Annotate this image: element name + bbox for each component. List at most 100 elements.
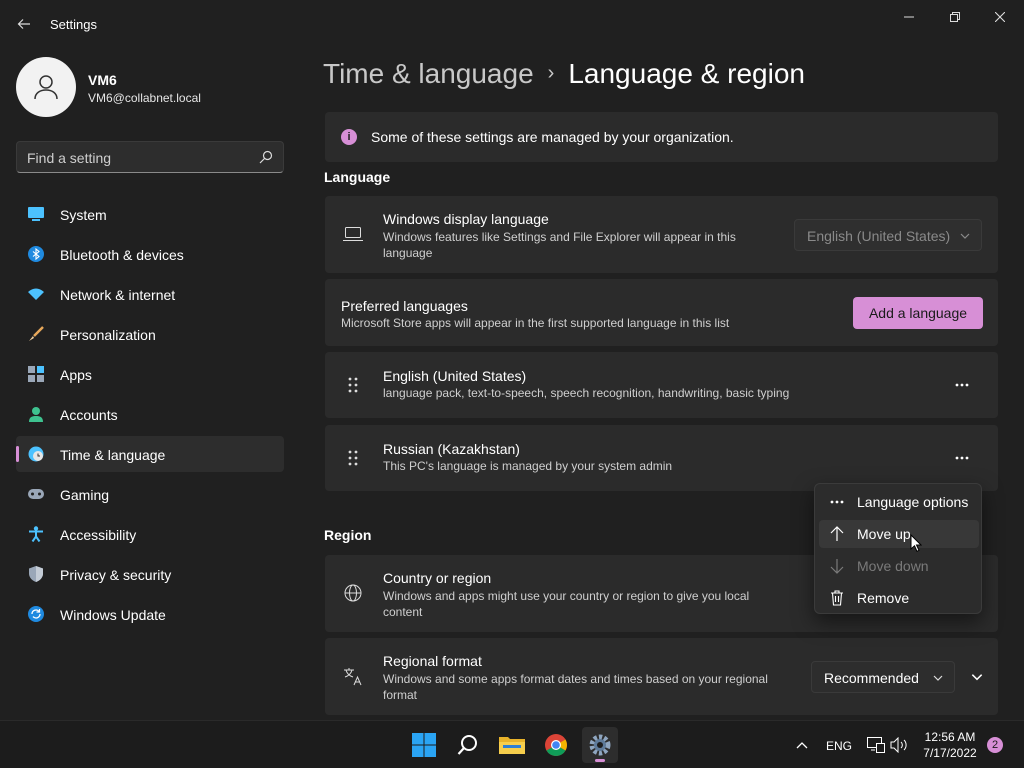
search-icon [259, 150, 273, 164]
regional-format-value: Recommended [824, 670, 919, 686]
sidebar-item-label: Accounts [60, 407, 118, 423]
search-input[interactable]: Find a setting [16, 141, 284, 173]
country-region-subtitle: Windows and apps might use your country … [383, 589, 750, 619]
sidebar-item-apps[interactable]: Apps [16, 356, 284, 392]
globe-icon [343, 583, 363, 603]
language-item-english: English (United States) language pack, t… [325, 352, 998, 418]
volume-icon[interactable] [890, 735, 910, 755]
system-clock[interactable]: 12:56 AM 7/17/2022 [918, 729, 982, 761]
sidebar-item-accessibility[interactable]: Accessibility [16, 516, 284, 552]
regional-format-dropdown[interactable]: Recommended [811, 661, 955, 693]
minimize-button[interactable] [894, 8, 924, 26]
sidebar-item-privacy[interactable]: Privacy & security [16, 556, 284, 592]
sidebar-item-label: Privacy & security [60, 567, 172, 583]
sidebar-item-label: Windows Update [60, 607, 166, 623]
language-context-menu: Language options Move up Move down Remov… [814, 483, 982, 614]
sidebar-item-system[interactable]: System [16, 196, 284, 232]
regional-format-card: Regional format Windows and some apps fo… [325, 638, 998, 715]
banner-text: Some of these settings are managed by yo… [371, 129, 734, 145]
restore-button[interactable] [940, 8, 970, 26]
language-name: Russian (Kazakhstan) [383, 441, 520, 457]
sidebar-item-bluetooth[interactable]: Bluetooth & devices [16, 236, 284, 272]
sidebar-item-personalization[interactable]: Personalization [16, 316, 284, 352]
drag-handle-icon[interactable] [343, 375, 363, 395]
brush-icon [28, 326, 44, 342]
display-language-subtitle: Windows features like Settings and File … [383, 230, 736, 260]
breadcrumb-parent[interactable]: Time & language [323, 58, 534, 89]
sidebar-item-label: Accessibility [60, 527, 137, 543]
sidebar-item-label: Gaming [60, 487, 110, 503]
chrome-button[interactable] [538, 727, 574, 763]
shield-icon [28, 566, 44, 582]
sidebar-item-label: System [60, 207, 107, 223]
display-language-value: English (United States) [807, 228, 951, 244]
menu-item-move-up[interactable]: Move up [819, 520, 979, 548]
language-format-icon [343, 666, 363, 686]
input-language-indicator[interactable]: ENG [826, 739, 852, 753]
language-more-button[interactable] [946, 369, 978, 401]
sidebar-item-accounts[interactable]: Accounts [16, 396, 284, 432]
clock-globe-icon [28, 446, 44, 462]
avatar [16, 57, 76, 117]
app-title: Settings [50, 17, 97, 32]
display-language-dropdown[interactable]: English (United States) [794, 219, 982, 251]
add-language-button[interactable]: Add a language [853, 297, 983, 329]
preferred-languages-card: Preferred languages Microsoft Store apps… [325, 279, 998, 346]
apps-icon [28, 366, 44, 382]
display-language-card: Windows display language Windows feature… [325, 196, 998, 273]
user-email: VM6@collabnet.local [88, 91, 201, 105]
close-icon [995, 12, 1005, 22]
file-explorer-button[interactable] [494, 727, 530, 763]
title-bar: Settings [0, 0, 1024, 48]
back-button[interactable] [14, 12, 34, 36]
settings-app-button[interactable] [582, 727, 618, 763]
managed-info-banner: i Some of these settings are managed by … [325, 112, 998, 162]
sidebar-item-label: Bluetooth & devices [60, 247, 184, 263]
chevron-up-icon[interactable] [794, 737, 810, 753]
section-title-region: Region [324, 527, 372, 543]
system-icon [28, 206, 44, 222]
taskbar-search-button[interactable] [450, 727, 486, 763]
language-more-button[interactable] [946, 442, 978, 474]
language-detail: language pack, text-to-speech, speech re… [383, 386, 790, 400]
drag-handle-icon[interactable] [343, 448, 363, 468]
expand-button[interactable] [961, 661, 993, 693]
user-name: VM6 [88, 72, 117, 88]
trash-icon [829, 590, 845, 606]
network-icon[interactable] [866, 735, 886, 755]
country-region-title: Country or region [383, 570, 492, 586]
regional-format-subtitle: Windows and some apps format dates and t… [383, 672, 768, 702]
menu-item-remove[interactable]: Remove [819, 584, 979, 612]
menu-item-move-down[interactable]: Move down [819, 552, 979, 580]
menu-item-language-options[interactable]: Language options [819, 488, 979, 516]
language-item-russian: Russian (Kazakhstan) This PC's language … [325, 425, 998, 491]
close-button[interactable] [985, 8, 1015, 26]
user-profile[interactable]: VM6 VM6@collabnet.local [16, 57, 286, 117]
sidebar-item-windows-update[interactable]: Windows Update [16, 596, 284, 632]
menu-item-label: Move down [857, 558, 929, 574]
active-app-indicator [595, 759, 605, 762]
notification-badge[interactable]: 2 [987, 737, 1003, 753]
chevron-down-icon [971, 674, 983, 681]
menu-item-label: Language options [857, 494, 969, 510]
info-icon: i [341, 129, 357, 145]
sidebar-item-gaming[interactable]: Gaming [16, 476, 284, 512]
more-horizontal-icon [955, 383, 969, 387]
arrow-up-icon [829, 526, 845, 542]
person-icon [28, 406, 44, 422]
sidebar-item-network[interactable]: Network & internet [16, 276, 284, 312]
laptop-icon [343, 224, 363, 244]
page-title: Language & region [568, 58, 805, 89]
gear-icon [589, 734, 611, 756]
folder-icon [499, 737, 525, 754]
language-detail: This PC's language is managed by your sy… [383, 459, 673, 473]
back-arrow-icon [17, 19, 30, 29]
menu-item-label: Move up [857, 526, 911, 542]
search-icon [457, 735, 477, 755]
chevron-down-icon [933, 675, 943, 681]
chevron-right-icon: › [547, 62, 555, 84]
accessibility-icon [28, 526, 44, 542]
update-icon [28, 606, 44, 622]
start-button[interactable] [406, 727, 442, 763]
sidebar-item-time-language[interactable]: Time & language [16, 436, 284, 472]
